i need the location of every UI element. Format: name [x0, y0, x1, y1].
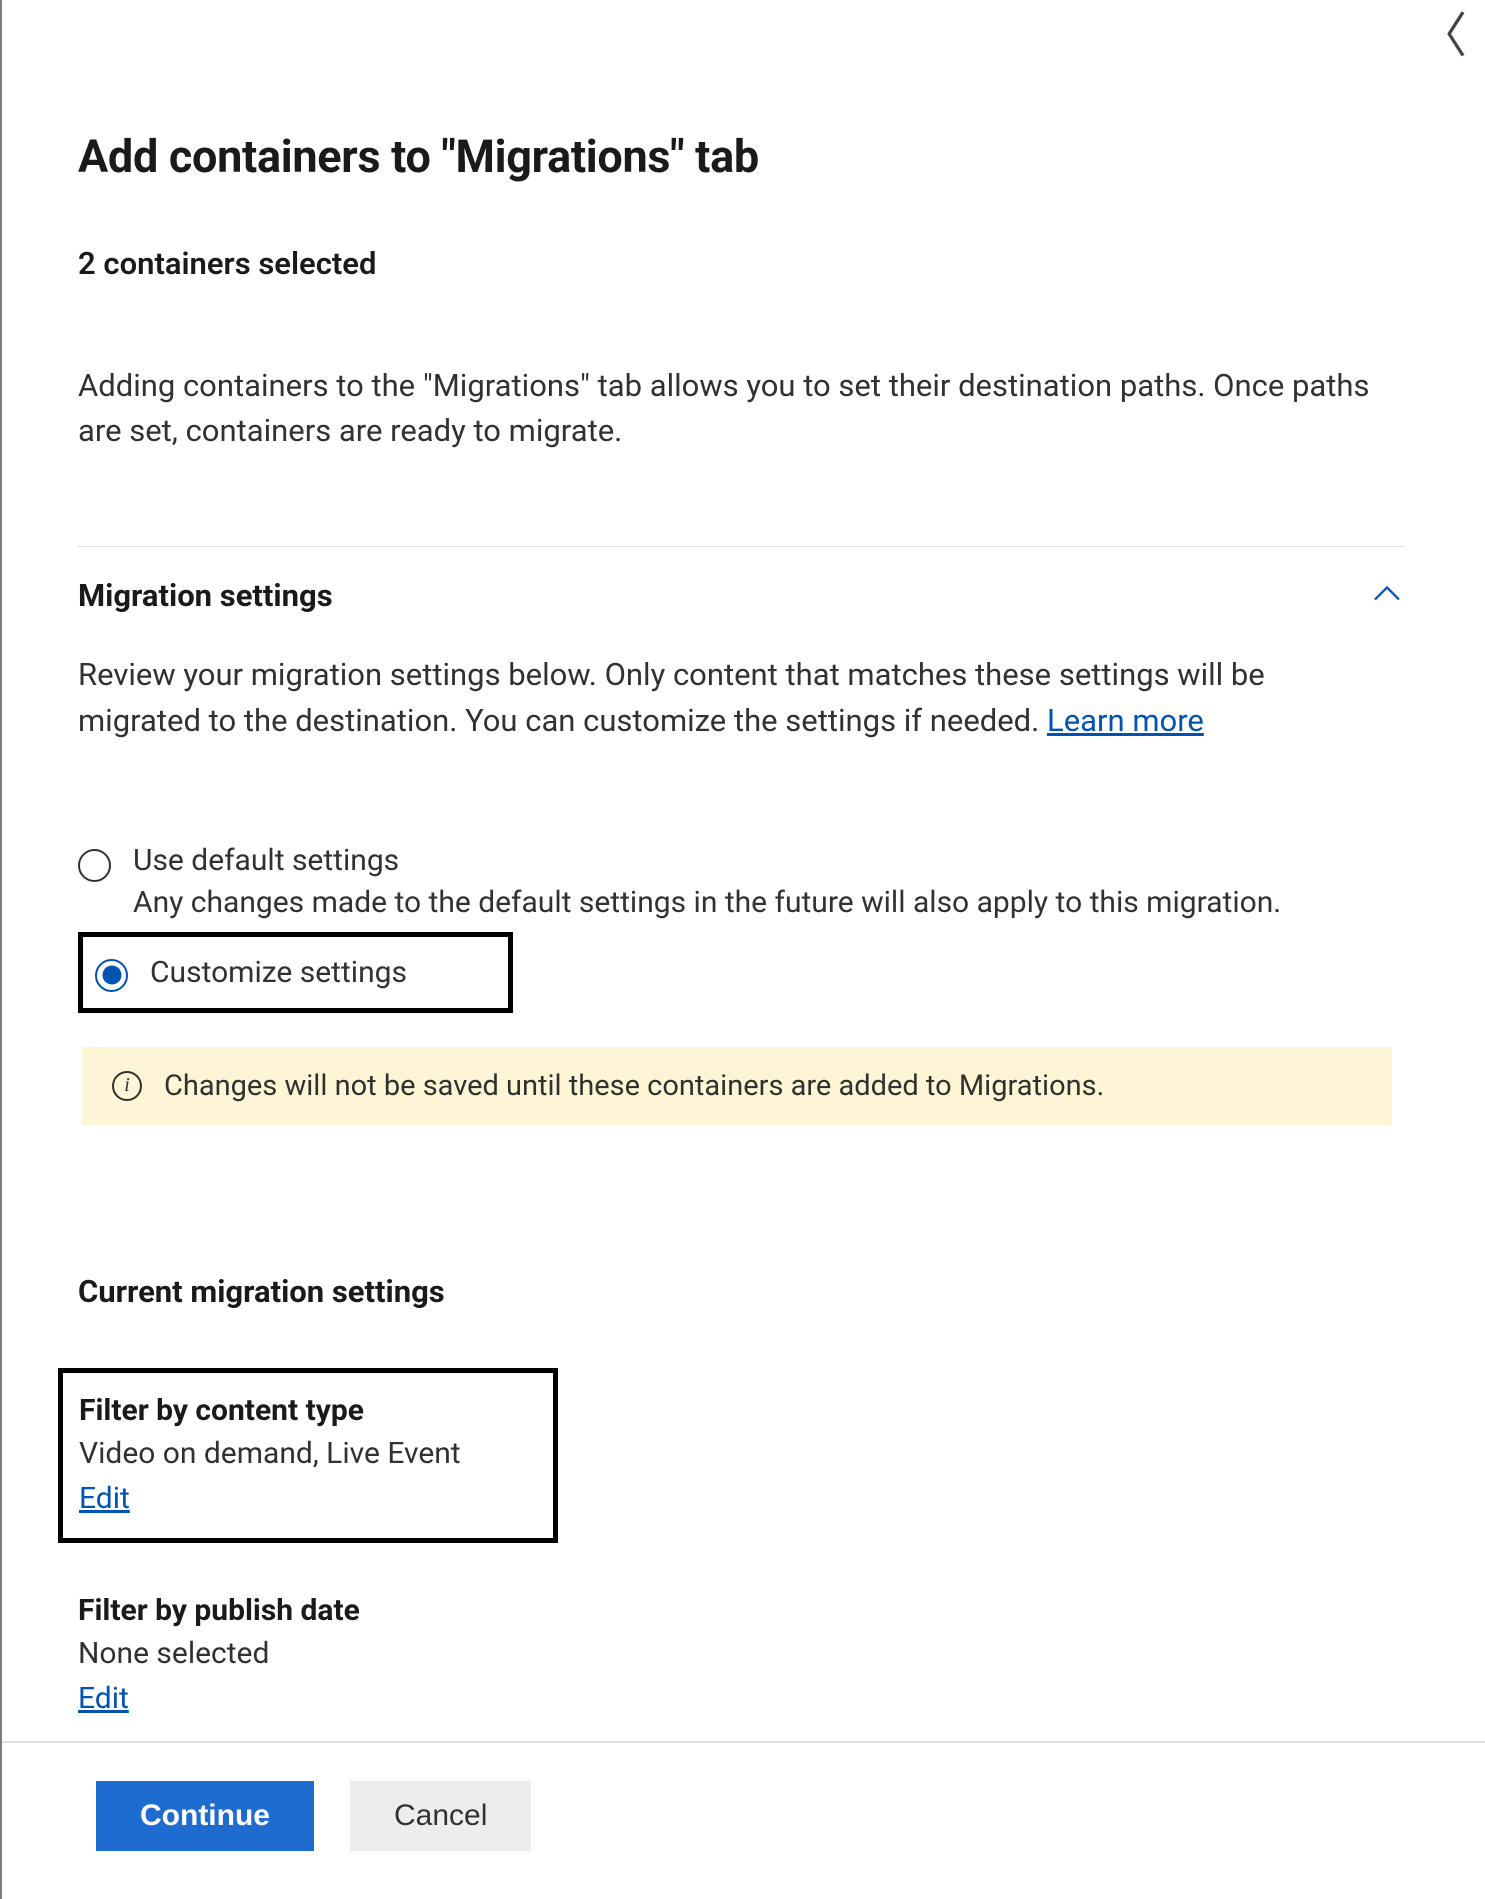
- close-icon[interactable]: 〈: [1419, 12, 1467, 60]
- migration-settings-title: Migration settings: [78, 577, 333, 614]
- info-banner-text: Changes will not be saved until these co…: [164, 1069, 1104, 1103]
- current-settings-title: Current migration settings: [78, 1273, 1405, 1310]
- setting-value: Video on demand, Live Event: [79, 1436, 523, 1471]
- learn-more-link[interactable]: Learn more: [1047, 702, 1204, 739]
- radio-labels: Use default settings Any changes made to…: [133, 843, 1281, 924]
- info-banner: i Changes will not be saved until these …: [82, 1047, 1392, 1125]
- edit-publish-date-link[interactable]: Edit: [78, 1681, 129, 1716]
- setting-filter-publish-date: Filter by publish date None selected Edi…: [78, 1593, 1405, 1716]
- radio-use-default[interactable]: Use default settings Any changes made to…: [78, 843, 1405, 924]
- continue-button[interactable]: Continue: [96, 1781, 314, 1851]
- migration-settings-description: Review your migration settings below. On…: [78, 652, 1388, 745]
- settings-radio-group: Use default settings Any changes made to…: [78, 843, 1405, 1125]
- setting-label: Filter by publish date: [78, 1593, 1405, 1628]
- chevron-up-icon: [1369, 577, 1405, 613]
- radio-icon: [95, 959, 128, 992]
- setting-filter-content-type: Filter by content type Video on demand, …: [58, 1368, 558, 1543]
- migration-settings-header[interactable]: Migration settings: [78, 577, 1405, 614]
- radio-default-label: Use default settings: [133, 843, 1281, 878]
- radio-customize[interactable]: Customize settings: [78, 932, 513, 1013]
- selected-count: 2 containers selected: [78, 245, 1405, 282]
- radio-icon: [78, 849, 111, 882]
- setting-label: Filter by content type: [79, 1393, 523, 1428]
- info-icon: i: [112, 1071, 142, 1101]
- separator: [78, 546, 1405, 547]
- page-title: Add containers to "Migrations" tab: [78, 130, 1405, 183]
- add-containers-panel: Add containers to "Migrations" tab 2 con…: [2, 0, 1485, 1716]
- cancel-button[interactable]: Cancel: [350, 1781, 531, 1851]
- page-description: Adding containers to the "Migrations" ta…: [78, 364, 1388, 454]
- edit-content-type-link[interactable]: Edit: [79, 1481, 130, 1516]
- setting-value: None selected: [78, 1636, 1405, 1671]
- radio-default-sub: Any changes made to the default settings…: [133, 882, 1281, 924]
- radio-customize-label: Customize settings: [150, 955, 407, 990]
- footer-bar: Continue Cancel: [2, 1741, 1485, 1851]
